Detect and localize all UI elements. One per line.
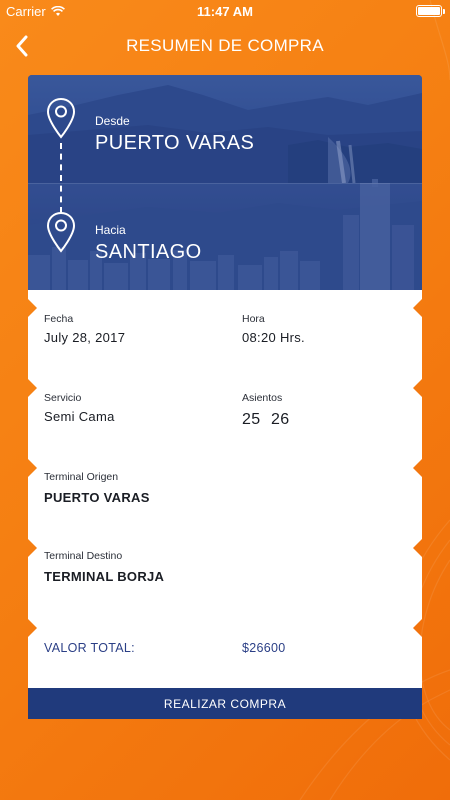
time-value: 08:20 Hrs. [242,330,305,345]
battery-icon [416,5,445,17]
date-label: Fecha [44,313,74,325]
status-time: 11:47 AM [197,4,253,19]
service-label: Servicio [44,392,82,404]
date-time-section: Fecha July 28, 2017 Hora 08:20 Hrs. [28,290,422,370]
origin-terminal-section: Terminal Origen PUERTO VARAS [28,450,422,530]
page-title: RESUMEN DE COMPRA [126,36,324,55]
destination-terminal-section: Terminal Destino TERMINAL BORJA [28,530,422,610]
total-value: $26600 [242,641,286,655]
seat-number: 26 [271,411,290,428]
from-city: PUERTO VARAS [95,132,255,154]
realizar-compra-button[interactable]: REALIZAR COMPRA [28,688,422,719]
route-dashed-line [60,143,62,213]
seats-label: Asientos [242,392,283,404]
map-pin-destination-icon [46,211,76,253]
route-card: Desde PUERTO VARAS Hacia SANTIAGO [28,75,422,290]
destination-terminal-value: TERMINAL BORJA [44,569,165,584]
total-label: VALOR TOTAL: [44,641,135,655]
to-city: SANTIAGO [95,241,202,263]
seat-number: 25 [242,411,261,428]
time-label: Hora [242,313,265,325]
route-divider [28,183,422,184]
service-seats-section: Servicio Semi Cama Asientos 25 26 [28,370,422,450]
destination-terminal-label: Terminal Destino [44,550,123,562]
status-right [416,5,445,17]
date-value: July 28, 2017 [44,330,126,345]
service-value: Semi Cama [44,409,115,424]
status-bar: Carrier 11:47 AM [0,0,450,24]
origin-terminal-label: Terminal Origen [44,471,119,483]
total-section: VALOR TOTAL: $26600 [28,610,422,688]
origin-terminal-value: PUERTO VARAS [44,490,150,505]
from-label: Desde [95,114,130,128]
map-pin-origin-icon [46,97,76,139]
to-label: Hacia [95,223,126,237]
nav-bar: RESUMEN DE COMPRA [0,24,450,68]
